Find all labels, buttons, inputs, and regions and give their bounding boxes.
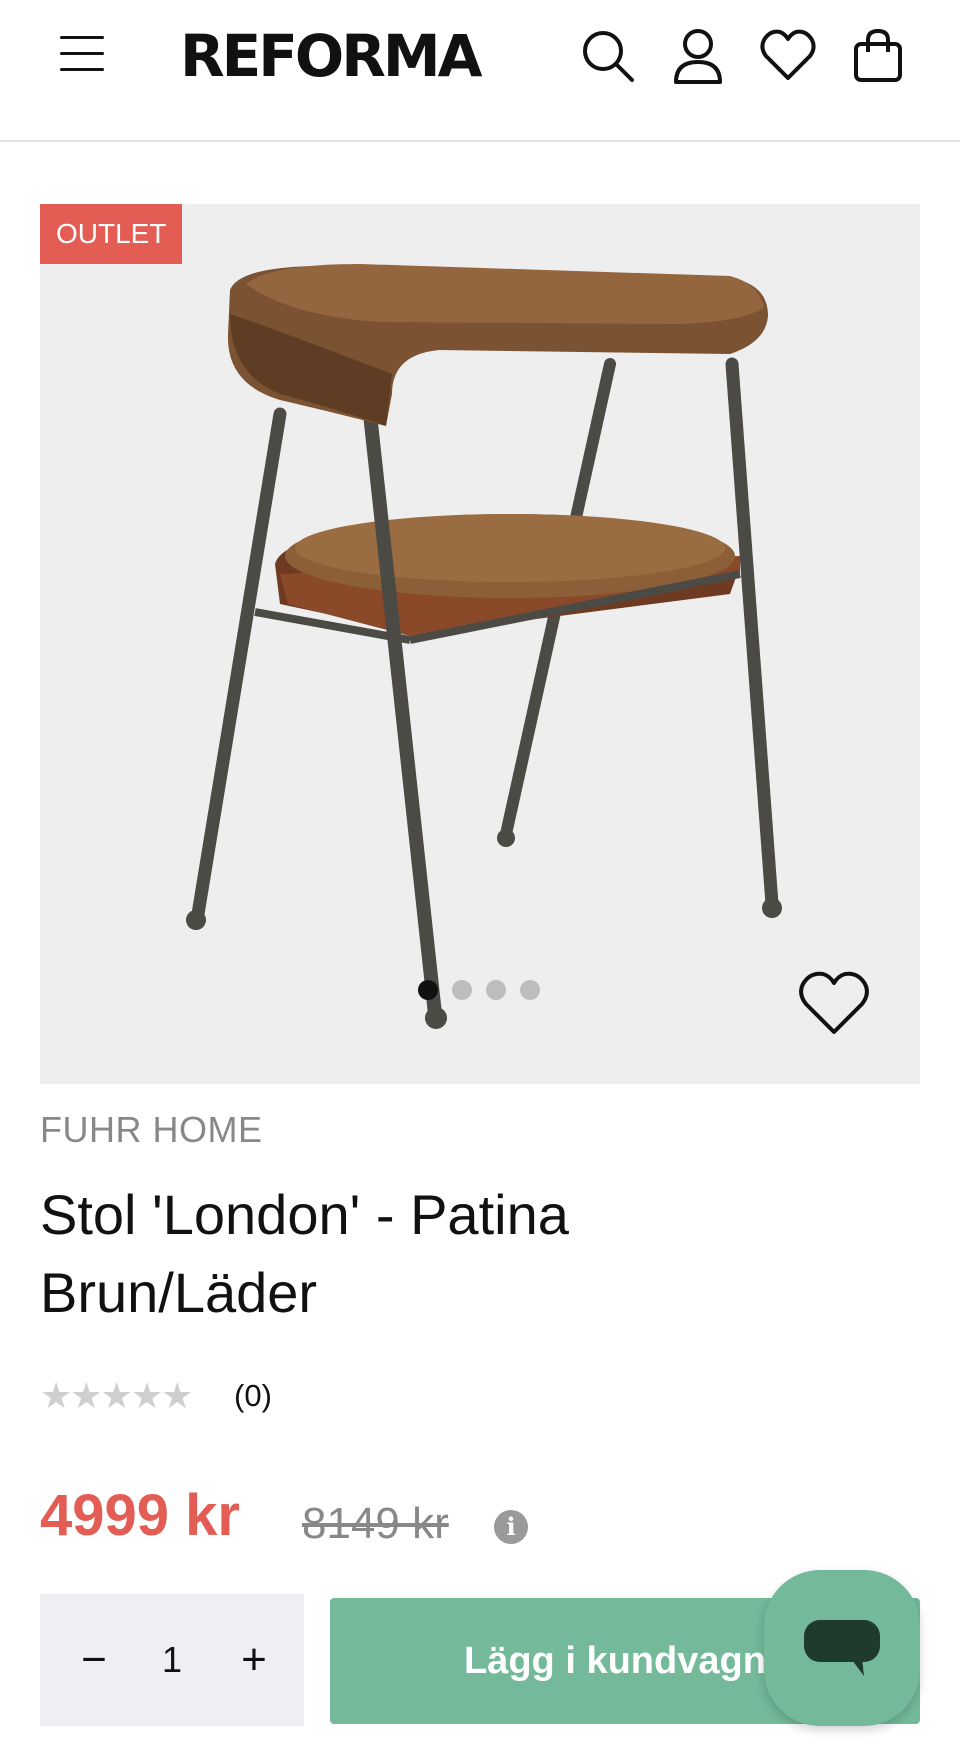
decrease-quantity-button[interactable]: −	[64, 1630, 124, 1690]
chat-bubble-icon	[804, 1620, 880, 1676]
site-logo[interactable]: REFORMA	[180, 22, 482, 90]
pagination-dot[interactable]	[418, 980, 438, 1000]
quantity-stepper: − 1 +	[40, 1594, 304, 1726]
rating-stars: ★★★★★	[40, 1375, 193, 1416]
chat-button[interactable]	[764, 1570, 920, 1726]
product-title: Stol 'London' - Patina Brun/Läder	[40, 1183, 569, 1324]
wishlist-heart-icon[interactable]	[796, 970, 872, 1038]
menu-icon[interactable]	[56, 30, 108, 76]
pagination-dot[interactable]	[452, 980, 472, 1000]
quantity-value[interactable]: 1	[140, 1630, 204, 1690]
product-image	[186, 264, 782, 1029]
info-icon[interactable]: i	[494, 1510, 528, 1544]
search-icon[interactable]	[578, 26, 638, 86]
outlet-badge: OUTLET	[40, 204, 183, 264]
product-image-gallery[interactable]: OUTLET	[40, 204, 920, 1084]
original-price: 8149 kr	[302, 1499, 449, 1548]
heart-icon[interactable]	[758, 26, 818, 86]
user-icon[interactable]	[668, 26, 728, 86]
shopping-bag-icon[interactable]	[848, 26, 908, 86]
pagination-dot[interactable]	[520, 980, 540, 1000]
pagination-dot[interactable]	[486, 980, 506, 1000]
sale-price: 4999 kr	[40, 1483, 240, 1548]
site-header: REFORMA	[0, 0, 960, 142]
increase-quantity-button[interactable]: +	[224, 1630, 284, 1690]
product-brand[interactable]: FUHR HOME	[40, 1106, 263, 1154]
rating-count: (0)	[234, 1378, 272, 1413]
